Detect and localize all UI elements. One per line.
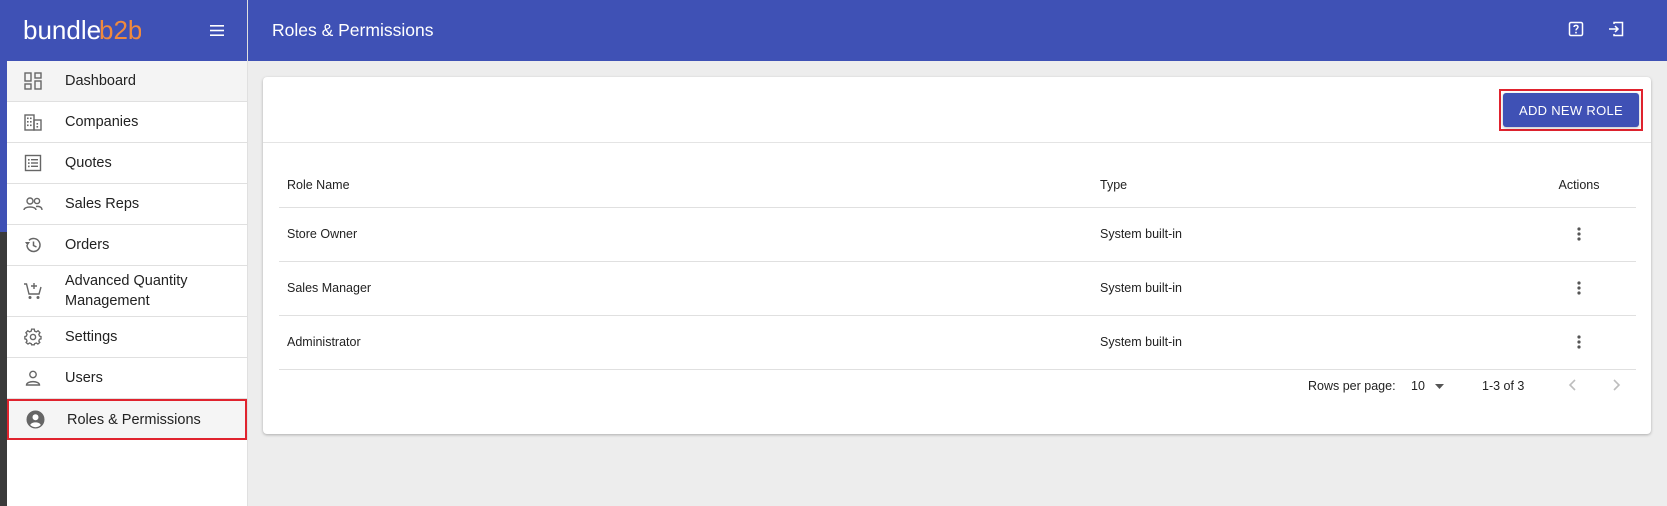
roles-table: Role Name Type Actions Store Owner Syste… [279,164,1636,370]
sidebar-item-users[interactable]: Users [7,358,247,399]
rows-per-page-value: 10 [1411,379,1425,393]
orders-icon [23,235,43,255]
quotes-icon [23,153,43,173]
pagination-range: 1-3 of 3 [1482,379,1525,393]
hamburger-icon [210,25,224,36]
logout-icon [1609,21,1624,37]
sidebar-item-label: Advanced Quantity Management [65,273,188,309]
table-row: Store Owner System built-in [279,207,1636,262]
sidebar-item-label: Companies [65,114,139,130]
sidebar-item-sales-reps[interactable]: Sales Reps [7,184,247,225]
more-vert-icon [1577,227,1581,241]
chevron-right-icon [1613,379,1621,391]
user-icon [23,368,43,388]
actions-cell [1522,207,1636,262]
brand-bar: bundle b2b [7,0,247,61]
top-app-bar: Roles & Permissions [248,0,1667,61]
sidebar-item-settings[interactable]: Settings [7,317,247,358]
previous-page-button[interactable] [1560,373,1584,397]
account-circle-icon [25,410,45,430]
help-button[interactable] [1565,18,1587,40]
sidebar-item-roles-permissions[interactable]: Roles & Permissions [7,399,247,440]
sidebar-item-label: Dashboard [65,73,136,89]
role-name-cell: Store Owner [279,207,1092,262]
more-vert-icon [1577,281,1581,295]
sidebar-item-dashboard[interactable]: Dashboard [7,61,247,102]
row-actions-button[interactable] [1567,276,1591,300]
table-row: Administrator System built-in [279,315,1636,370]
sidebar-item-label: Users [65,370,103,386]
dashboard-icon [23,71,43,91]
logo[interactable]: bundle b2b [23,0,141,61]
sidebar-item-label: Settings [65,329,118,345]
sidebar-item-label: Orders [65,237,110,253]
row-actions-button[interactable] [1567,222,1591,246]
role-name-cell: Administrator [279,315,1092,370]
svg-text:bundle: bundle [23,15,101,45]
column-header-role-name: Role Name [279,164,1092,208]
sidebar-item-label: Quotes [65,155,112,171]
sidebar-item-label: Roles & Permissions [67,411,201,428]
card-toolbar: ADD NEW ROLE [263,77,1651,143]
menu-toggle-button[interactable] [205,19,229,43]
row-actions-button[interactable] [1567,330,1591,354]
sidebar: bundle b2b Dashboard Companies Quotes Sa… [7,0,248,506]
bundleb2b-logo: bundle b2b [23,15,141,45]
table-header-row: Role Name Type Actions [279,164,1636,208]
rows-per-page-select[interactable]: 10 [1411,375,1453,397]
next-page-button[interactable] [1605,373,1629,397]
table-row: Sales Manager System built-in [279,261,1636,316]
actions-cell [1522,261,1636,316]
add-button-highlight: ADD NEW ROLE [1498,89,1643,131]
dropdown-arrow-icon [1434,383,1444,389]
sidebar-item-companies[interactable]: Companies [7,102,247,143]
role-type-cell: System built-in [1092,315,1522,370]
sidebar-item-quotes[interactable]: Quotes [7,143,247,184]
window-edge [0,0,7,506]
sidebar-nav: Dashboard Companies Quotes Sales Reps Or… [7,61,247,440]
actions-cell [1522,315,1636,370]
column-header-type: Type [1092,164,1522,208]
add-new-role-button[interactable]: ADD NEW ROLE [1502,93,1639,127]
sidebar-item-label: Sales Reps [65,196,140,212]
chevron-left-icon [1568,379,1576,391]
column-header-actions: Actions [1522,164,1636,208]
sidebar-item-orders[interactable]: Orders [7,225,247,266]
cart-add-icon [23,281,43,301]
sidebar-item-advanced-quantity-management[interactable]: Advanced Quantity Management [7,266,247,317]
roles-card: ADD NEW ROLE Role Name Type Actions Stor… [263,77,1651,434]
header-actions [1565,18,1627,40]
svg-text:b2b: b2b [99,15,141,45]
page-title: Roles & Permissions [272,20,434,40]
sales-reps-icon [23,194,43,214]
logout-button[interactable] [1605,18,1627,40]
rows-per-page-label: Rows per page: [1308,379,1396,393]
settings-icon [23,327,43,347]
help-icon [1568,21,1584,37]
companies-icon [23,112,43,132]
table-pagination: Rows per page: 10 1-3 of 3 [263,367,1651,407]
role-type-cell: System built-in [1092,261,1522,316]
more-vert-icon [1577,335,1581,349]
role-name-cell: Sales Manager [279,261,1092,316]
role-type-cell: System built-in [1092,207,1522,262]
